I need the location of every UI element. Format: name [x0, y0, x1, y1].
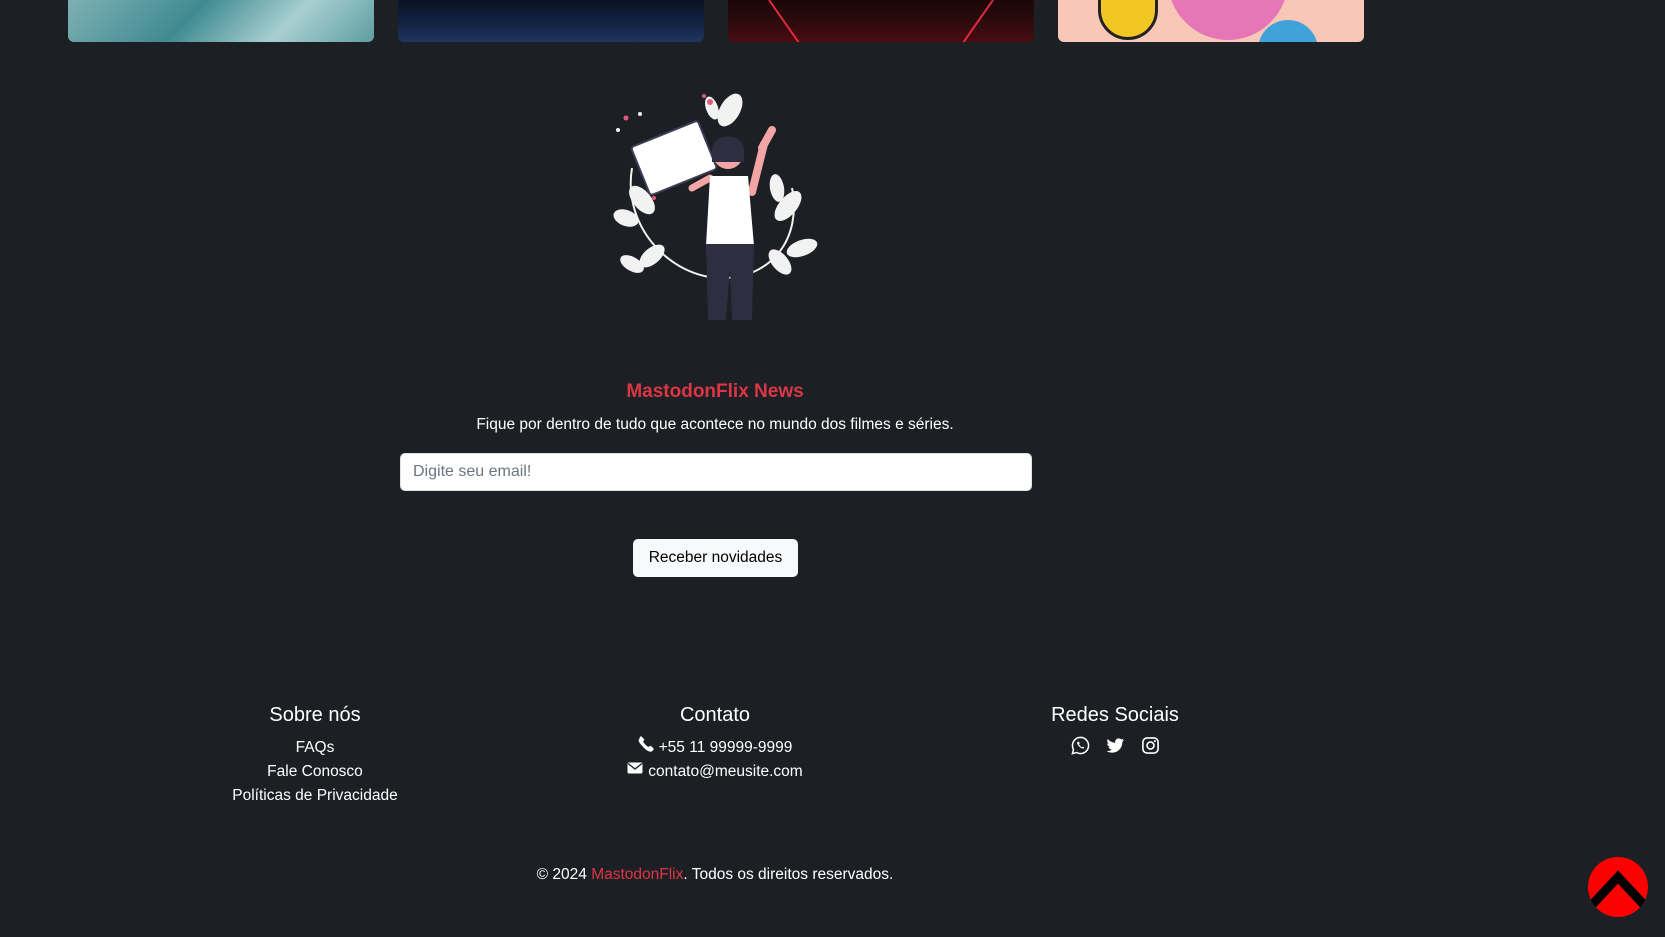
copyright-prefix: © 2024 — [536, 866, 592, 883]
movie-thumbnails-row — [68, 0, 1364, 42]
copyright-suffix: . Todos os direitos reservados. — [683, 866, 894, 883]
copyright-brand: MastodonFlix — [591, 866, 684, 883]
movie-thumbnail[interactable] — [398, 0, 704, 42]
email-input[interactable] — [400, 453, 1032, 491]
subscribe-button[interactable]: Receber novidades — [633, 539, 798, 577]
contact-email-text: contato@meusite.com — [648, 763, 803, 780]
whatsapp-icon[interactable] — [1070, 736, 1090, 755]
footer-link-faqs[interactable]: FAQs — [215, 736, 415, 760]
footer-contact-column: Contato +55 11 99999-9999 contato@meusit… — [565, 704, 865, 784]
newsletter-title: MastodonFlix News — [626, 381, 804, 402]
page: MastodonFlix News Fique por dentro de tu… — [0, 0, 1665, 937]
contact-phone-text: +55 11 99999-9999 — [658, 739, 793, 756]
footer-social-title: Redes Sociais — [1051, 704, 1179, 726]
envelope-icon — [627, 760, 643, 784]
footer-social-column: Redes Sociais — [1015, 704, 1215, 755]
movie-thumbnail[interactable] — [68, 0, 374, 42]
instagram-icon[interactable] — [1141, 736, 1160, 755]
footer-link-privacy-policy[interactable]: Políticas de Privacidade — [215, 784, 415, 808]
movie-thumbnail[interactable] — [1058, 0, 1364, 42]
footer-link-contact-us[interactable]: Fale Conosco — [215, 760, 415, 784]
copyright: © 2024 MastodonFlix. Todos os direitos r… — [0, 866, 1430, 884]
contact-email: contato@meusite.com — [565, 760, 865, 784]
newsletter-description: Fique por dentro de tudo que acontece no… — [476, 416, 954, 433]
movie-thumbnail[interactable] — [728, 0, 1034, 42]
footer-about-title: Sobre nós — [269, 704, 361, 726]
footer-about-column: Sobre nós FAQs Fale Conosco Políticas de… — [215, 704, 415, 808]
twitter-icon[interactable] — [1105, 736, 1125, 755]
back-to-top-button[interactable] — [1588, 857, 1648, 917]
contact-phone: +55 11 99999-9999 — [565, 736, 865, 760]
newsletter-illustration — [612, 88, 818, 320]
social-icons — [1015, 736, 1215, 755]
chevron-up-icon — [1588, 870, 1648, 917]
phone-icon — [638, 736, 654, 760]
footer-contact-title: Contato — [679, 704, 751, 726]
